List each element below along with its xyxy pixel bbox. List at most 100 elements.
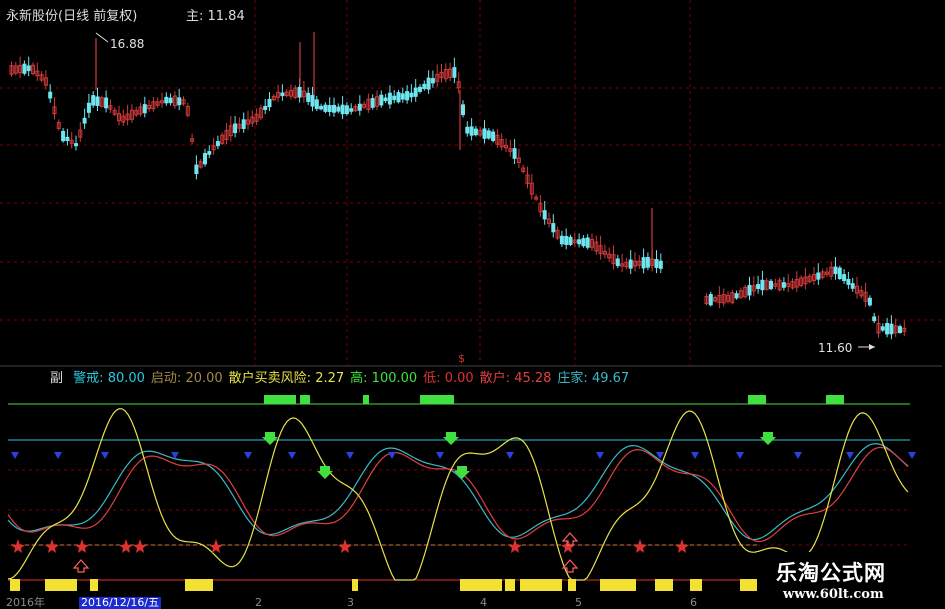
candle[interactable] bbox=[267, 98, 272, 108]
candle[interactable] bbox=[658, 260, 663, 269]
warn-triangle[interactable] bbox=[101, 452, 109, 459]
high-signal-block[interactable] bbox=[264, 395, 296, 404]
candle[interactable] bbox=[756, 283, 761, 289]
candle[interactable] bbox=[461, 104, 465, 116]
candle[interactable] bbox=[898, 326, 902, 333]
candle[interactable] bbox=[297, 86, 302, 98]
low-signal-block[interactable] bbox=[352, 579, 358, 591]
candle[interactable] bbox=[482, 128, 487, 139]
candle[interactable] bbox=[781, 282, 786, 288]
sell-arrow[interactable] bbox=[317, 466, 333, 479]
candle[interactable] bbox=[628, 259, 633, 269]
low-signal-block[interactable] bbox=[655, 579, 673, 591]
candle[interactable] bbox=[486, 130, 491, 139]
warn-triangle[interactable] bbox=[691, 452, 699, 459]
candle[interactable] bbox=[327, 105, 332, 112]
candle[interactable] bbox=[26, 65, 31, 72]
candle[interactable] bbox=[233, 123, 238, 134]
candle[interactable] bbox=[400, 93, 405, 100]
candle[interactable] bbox=[82, 117, 87, 124]
candle[interactable] bbox=[323, 104, 328, 112]
candle[interactable] bbox=[344, 105, 349, 115]
candle[interactable] bbox=[816, 272, 821, 280]
candle[interactable] bbox=[349, 108, 354, 112]
high-signal-block[interactable] bbox=[420, 395, 454, 404]
low-signal-block[interactable] bbox=[90, 579, 98, 591]
candle[interactable] bbox=[734, 293, 739, 299]
low-signal-block[interactable] bbox=[690, 579, 702, 591]
candle[interactable] bbox=[880, 326, 885, 331]
candle[interactable] bbox=[885, 323, 890, 335]
low-signal-block[interactable] bbox=[185, 579, 213, 591]
candlestick-series[interactable]: $ bbox=[9, 32, 907, 365]
candle[interactable] bbox=[203, 153, 207, 165]
candle[interactable] bbox=[850, 283, 855, 289]
candle[interactable] bbox=[310, 95, 315, 107]
low-signal-block[interactable] bbox=[505, 579, 515, 591]
candle[interactable] bbox=[418, 86, 422, 92]
candle[interactable] bbox=[422, 83, 427, 90]
warn-triangle[interactable] bbox=[794, 452, 802, 459]
candle[interactable] bbox=[872, 316, 877, 322]
candle[interactable] bbox=[409, 92, 414, 98]
candle[interactable] bbox=[332, 104, 336, 113]
candle[interactable] bbox=[846, 278, 851, 285]
candle[interactable] bbox=[426, 77, 431, 90]
warn-triangle[interactable] bbox=[11, 452, 19, 459]
candle[interactable] bbox=[833, 266, 838, 275]
warn-triangle[interactable] bbox=[736, 452, 744, 459]
candle[interactable] bbox=[314, 99, 319, 110]
warn-triangle[interactable] bbox=[596, 452, 604, 459]
candle[interactable] bbox=[760, 279, 765, 291]
candle[interactable] bbox=[164, 96, 169, 104]
candle[interactable] bbox=[542, 210, 547, 220]
candle[interactable] bbox=[585, 237, 590, 248]
warn-triangle[interactable] bbox=[436, 452, 444, 459]
candle[interactable] bbox=[142, 104, 147, 114]
candle[interactable] bbox=[241, 119, 246, 129]
low-signal-block[interactable] bbox=[10, 579, 20, 591]
candle[interactable] bbox=[837, 267, 842, 280]
candle[interactable] bbox=[357, 103, 362, 111]
warn-triangle[interactable] bbox=[908, 452, 916, 459]
candle[interactable] bbox=[581, 238, 586, 247]
candle[interactable] bbox=[65, 136, 70, 141]
candle[interactable] bbox=[568, 236, 573, 245]
candle[interactable] bbox=[473, 128, 478, 136]
high-signal-block[interactable] bbox=[748, 395, 766, 404]
candle[interactable] bbox=[559, 235, 564, 245]
candle[interactable] bbox=[405, 91, 410, 101]
buy-arrow[interactable] bbox=[72, 559, 90, 573]
sell-arrow[interactable] bbox=[454, 466, 470, 479]
high-signal-block[interactable] bbox=[363, 395, 369, 404]
candle[interactable] bbox=[512, 148, 517, 159]
candle[interactable] bbox=[215, 141, 220, 147]
buy-star[interactable] bbox=[133, 539, 147, 553]
warn-triangle[interactable] bbox=[846, 452, 854, 459]
high-signal-block[interactable] bbox=[300, 395, 310, 404]
low-signal-block[interactable] bbox=[600, 579, 636, 591]
candle[interactable] bbox=[564, 236, 569, 245]
candle[interactable] bbox=[383, 97, 388, 102]
candle[interactable] bbox=[577, 239, 582, 245]
candle[interactable] bbox=[340, 104, 345, 115]
candle[interactable] bbox=[91, 95, 96, 106]
warn-triangle[interactable] bbox=[506, 452, 514, 459]
buy-star[interactable] bbox=[508, 539, 522, 553]
candle[interactable] bbox=[86, 102, 91, 113]
candle[interactable] bbox=[769, 280, 773, 290]
candle[interactable] bbox=[413, 87, 418, 97]
candle[interactable] bbox=[319, 105, 324, 110]
candle[interactable] bbox=[392, 95, 397, 101]
warn-triangle[interactable] bbox=[54, 452, 62, 459]
low-signal-block[interactable] bbox=[740, 579, 758, 591]
sell-arrow[interactable] bbox=[262, 432, 278, 445]
candle[interactable] bbox=[430, 78, 435, 84]
low-signal-block[interactable] bbox=[460, 579, 502, 591]
candle[interactable] bbox=[48, 91, 53, 99]
buy-star[interactable] bbox=[675, 539, 689, 553]
candle[interactable] bbox=[22, 63, 27, 74]
buy-star[interactable] bbox=[75, 539, 89, 553]
candle[interactable] bbox=[194, 164, 199, 175]
candle[interactable] bbox=[469, 126, 474, 136]
